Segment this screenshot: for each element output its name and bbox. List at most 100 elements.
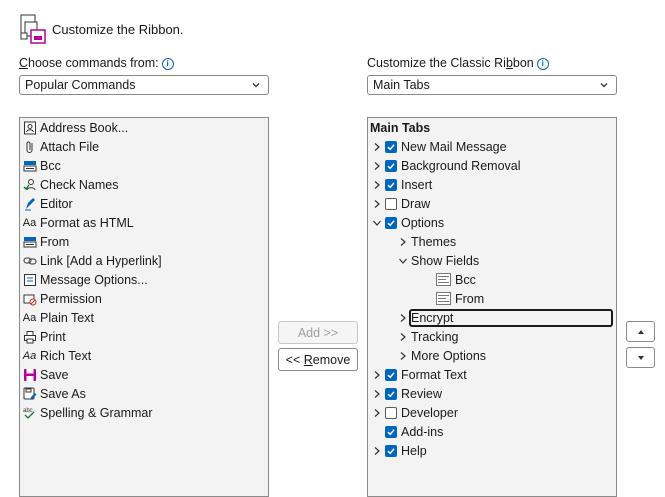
- checkmark-icon: [387, 181, 395, 188]
- tree-item[interactable]: Format Text: [372, 364, 467, 385]
- tree-item-label: Review: [401, 386, 442, 401]
- tree-item[interactable]: Show Fields: [398, 250, 479, 271]
- list-item[interactable]: Permission: [22, 289, 102, 308]
- list-item[interactable]: Save As: [22, 384, 86, 403]
- chevron-right-icon[interactable]: [372, 446, 382, 456]
- chevron-right-icon[interactable]: [372, 389, 382, 399]
- tab-checkbox[interactable]: [385, 197, 397, 210]
- bcc-field-icon: [436, 273, 452, 287]
- tree-item[interactable]: Draw: [372, 193, 430, 214]
- chevron-right-icon[interactable]: [372, 408, 382, 418]
- checkmark-icon: [387, 162, 395, 169]
- list-item[interactable]: Message Options...: [22, 270, 148, 289]
- tab-checkbox[interactable]: [385, 178, 397, 191]
- tree-item-label: Insert: [401, 177, 433, 192]
- ribbon-label-prefix: Customize the Classic Ri: [367, 56, 506, 70]
- list-item[interactable]: Aa Format as HTML: [22, 213, 134, 232]
- tree-item-label: Help: [401, 443, 427, 458]
- plain-text-icon: Aa: [22, 311, 37, 324]
- svg-text:abc: abc: [23, 408, 33, 414]
- tree-item[interactable]: Tracking: [398, 326, 458, 347]
- list-item[interactable]: Aa Rich Text: [22, 346, 91, 365]
- checkmark-icon: [387, 371, 395, 378]
- tree-header: Main Tabs: [370, 121, 431, 135]
- chevron-right-icon[interactable]: [372, 142, 382, 152]
- ribbon-tree[interactable]: Main Tabs New Mail Message Background Rem…: [367, 117, 617, 497]
- tree-item[interactable]: Background Removal: [372, 155, 521, 176]
- chevron-right-icon[interactable]: [398, 237, 408, 247]
- tree-item[interactable]: Options: [372, 212, 444, 233]
- tab-checkbox[interactable]: [385, 387, 397, 400]
- tree-item-label: Developer: [401, 405, 458, 420]
- info-icon[interactable]: i: [161, 58, 174, 70]
- tree-item-selected[interactable]: Encrypt: [398, 307, 613, 328]
- list-item[interactable]: Bcc: [22, 156, 61, 175]
- tab-checkbox[interactable]: [385, 140, 397, 153]
- tree-item-label: More Options: [411, 348, 487, 363]
- from-icon: [22, 234, 37, 249]
- tab-checkbox[interactable]: [385, 159, 397, 172]
- chevron-right-icon[interactable]: [372, 180, 382, 190]
- link-icon: [22, 253, 37, 268]
- printer-icon: [22, 329, 37, 344]
- list-item[interactable]: Print: [22, 327, 66, 346]
- tree-item[interactable]: Review: [372, 383, 442, 404]
- tab-checkbox[interactable]: [385, 406, 397, 419]
- tree-item[interactable]: Help: [372, 440, 427, 461]
- list-item[interactable]: Editor: [22, 194, 73, 213]
- tree-item-label: Draw: [401, 196, 431, 211]
- save-as-icon: [22, 386, 37, 401]
- spelling-icon: abc: [22, 405, 37, 420]
- rich-text-icon: Aa: [22, 349, 37, 362]
- remove-button[interactable]: << Remove: [278, 348, 358, 371]
- commands-list[interactable]: Address Book... Attach File Bcc Check Na…: [19, 117, 269, 497]
- list-item[interactable]: Link [Add a Hyperlink]: [22, 251, 162, 270]
- tree-item-label: Background Removal: [401, 158, 521, 173]
- tab-checkbox[interactable]: [385, 444, 397, 457]
- tree-item[interactable]: Bcc: [423, 269, 476, 290]
- info-icon[interactable]: i: [536, 58, 549, 70]
- tree-item-label: Add-ins: [401, 424, 444, 439]
- tree-item-label: Themes: [411, 234, 457, 249]
- chevron-right-icon[interactable]: [398, 332, 408, 342]
- list-item[interactable]: Check Names: [22, 175, 119, 194]
- chevron-right-icon[interactable]: [372, 199, 382, 209]
- list-item[interactable]: Attach File: [22, 137, 99, 156]
- tab-checkbox[interactable]: [385, 425, 397, 438]
- chevron-down-icon[interactable]: [372, 218, 382, 228]
- tree-item[interactable]: Insert: [372, 174, 432, 195]
- customize-ribbon-dropdown[interactable]: Main Tabs: [367, 75, 617, 95]
- remove-mnemonic: R: [303, 352, 313, 367]
- add-button[interactable]: Add >>: [278, 321, 358, 344]
- customize-ribbon-icon: [18, 13, 48, 45]
- tab-checkbox[interactable]: [385, 216, 397, 229]
- list-item[interactable]: abc Spelling & Grammar: [22, 403, 153, 422]
- page-title: Customize the Ribbon.: [52, 21, 184, 37]
- triangle-up-icon: [637, 329, 644, 334]
- tree-item[interactable]: Themes: [398, 231, 456, 252]
- list-item[interactable]: Save: [22, 365, 69, 384]
- editor-pen-icon: [22, 196, 37, 211]
- choose-mnemonic: C: [19, 56, 29, 70]
- format-html-icon: Aa: [22, 216, 37, 229]
- section-header: Customize the Ribbon.: [18, 12, 184, 46]
- choose-commands-dropdown[interactable]: Popular Commands: [19, 75, 269, 95]
- tree-item[interactable]: Add-ins: [372, 421, 443, 442]
- tree-item[interactable]: From: [423, 288, 484, 309]
- list-item[interactable]: From: [22, 232, 69, 251]
- tree-item[interactable]: New Mail Message: [372, 136, 507, 157]
- move-up-button[interactable]: [626, 321, 655, 342]
- chevron-right-icon[interactable]: [398, 351, 408, 361]
- list-item[interactable]: Address Book...: [22, 118, 128, 137]
- chevron-right-icon[interactable]: [372, 161, 382, 171]
- tree-item[interactable]: More Options: [398, 345, 486, 366]
- chevron-right-icon[interactable]: [398, 313, 408, 323]
- tree-item[interactable]: Developer: [372, 402, 458, 423]
- list-item[interactable]: Aa Plain Text: [22, 308, 94, 327]
- chevron-right-icon[interactable]: [372, 370, 382, 380]
- move-down-button[interactable]: [626, 347, 655, 368]
- tab-checkbox[interactable]: [385, 368, 397, 381]
- chevron-down-icon[interactable]: [398, 256, 408, 266]
- checkmark-icon: [387, 390, 395, 397]
